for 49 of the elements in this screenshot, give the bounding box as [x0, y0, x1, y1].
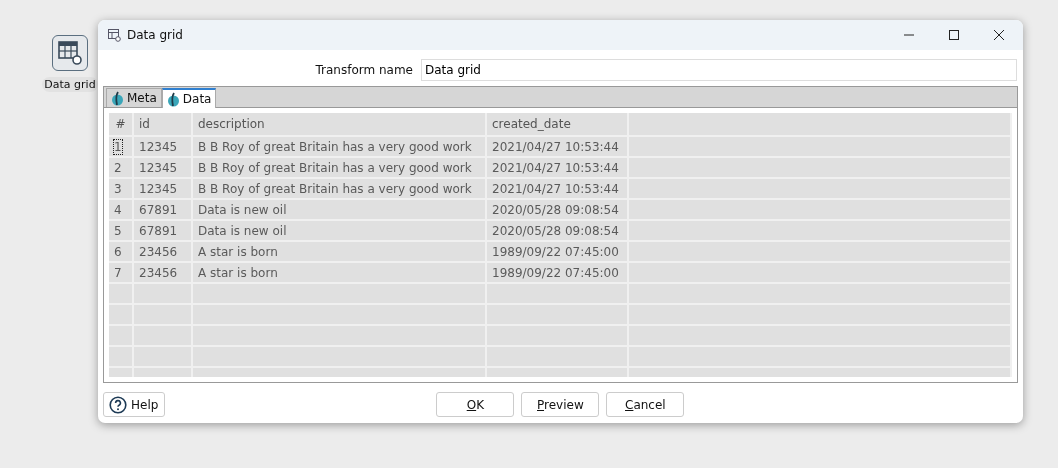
tab[interactable]: Meta	[106, 88, 162, 107]
table-cell: B B Roy of great Britain has a very good work	[192, 157, 486, 178]
help-button[interactable]: Help	[103, 392, 166, 417]
dialog-button[interactable]: Preview	[521, 392, 600, 417]
table-cell: A star is born	[192, 241, 486, 262]
table-cell: 2021/04/27 10:53:44	[486, 157, 628, 178]
table-cell: 1989/09/22 07:45:00	[486, 262, 628, 283]
column-header[interactable]: id	[133, 113, 192, 136]
table-cell: Data is new oil	[192, 199, 486, 220]
leaf-icon	[166, 91, 180, 107]
table-cell: 3	[109, 178, 133, 199]
table-icon	[108, 28, 121, 42]
table-cell: 23456	[133, 241, 192, 262]
table-cell: 12345	[133, 157, 192, 178]
table-cell: 23456	[133, 262, 192, 283]
leaf-icon	[111, 90, 124, 106]
table-cell: 2020/05/28 09:08:54	[486, 199, 628, 220]
table-cell: 2021/04/27 10:53:44	[486, 178, 628, 199]
table-cell: 67891	[133, 199, 192, 220]
table-cell: 7	[109, 262, 133, 283]
table-cell: 12345	[133, 136, 192, 157]
table-cell: 67891	[133, 220, 192, 241]
transform-name-field[interactable]: Data grid	[421, 59, 1017, 81]
table-cell: 1	[109, 136, 133, 157]
table-cell: 4	[109, 199, 133, 220]
dialog-button[interactable]: OK	[436, 392, 515, 417]
close-icon[interactable]	[993, 29, 1005, 41]
step-label: Data grid	[42, 77, 98, 92]
column-header[interactable]: created_date	[486, 113, 628, 136]
data-grid-step-icon[interactable]	[52, 35, 88, 71]
table-cell: 1989/09/22 07:45:00	[486, 241, 628, 262]
table-cell: 6	[109, 241, 133, 262]
table-cell: 2021/04/27 10:53:44	[486, 136, 628, 157]
help-icon	[109, 395, 127, 414]
table-cell: B B Roy of great Britain has a very good work	[192, 178, 486, 199]
table-cell: Data is new oil	[192, 220, 486, 241]
table-cell: B B Roy of great Britain has a very good work	[192, 136, 486, 157]
column-header[interactable]: description	[192, 113, 486, 136]
maximize-icon[interactable]	[948, 29, 960, 41]
table-cell: 12345	[133, 178, 192, 199]
tab[interactable]: Data	[161, 88, 217, 108]
table-cell: 2	[109, 157, 133, 178]
dialog-button[interactable]: Cancel	[606, 392, 685, 417]
table-cell: 2020/05/28 09:08:54	[486, 220, 628, 241]
window-title: Data grid	[127, 28, 183, 42]
transform-name-label: Transform name	[315, 63, 413, 77]
table-cell: 5	[109, 220, 133, 241]
table-cell: A star is born	[192, 262, 486, 283]
column-header[interactable]: #	[109, 113, 133, 136]
